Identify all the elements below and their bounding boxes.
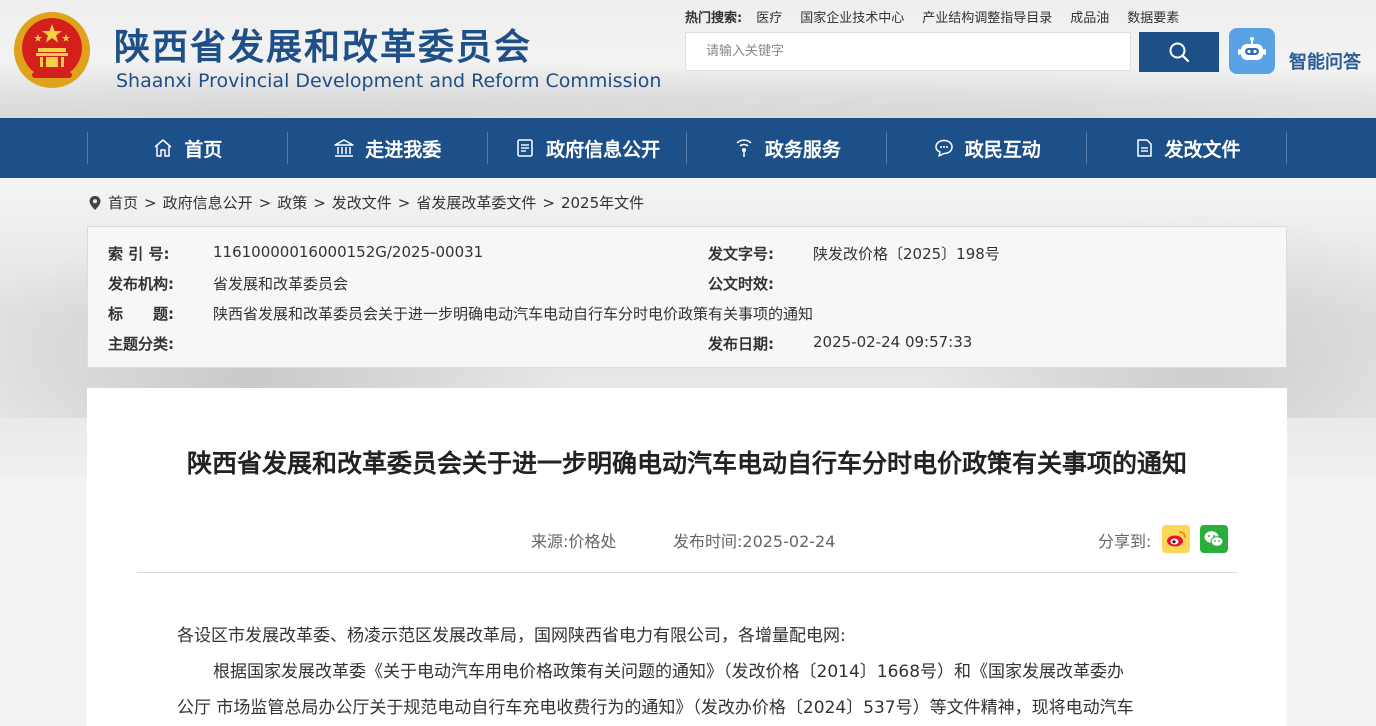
title-value: 陕西省发展和改革委员会关于进一步明确电动汽车电动自行车分时电价政策有关事项的通知 [213,305,814,323]
nav-item-interaction[interactable]: 政民互动 [887,132,1088,164]
topic-label: 主题分类: [108,335,174,353]
hot-search-link[interactable]: 产业结构调整指导目录 [922,7,1052,26]
document-metadata: 索 引 号: 11610000016000152G/2025-00031 发文字… [87,226,1287,368]
weibo-icon [1167,531,1186,547]
doc-number-value: 陕发改价格〔2025〕198号 [813,245,1000,263]
validity-label: 公文时效: [708,275,774,293]
article-source: 来源:价格处 [531,532,617,551]
article-paragraph: 根据国家发展改革委《关于电动汽车用电价格政策有关问题的通知》（发改价格〔2014… [213,662,1125,682]
breadcrumb: 首页 > 政府信息公开 > 政策 > 发改文件 > 省发展改革委文件 > 202… [88,192,644,213]
breadcrumb-link[interactable]: 发改文件 [332,192,392,213]
index-number-value: 11610000016000152G/2025-00031 [213,243,484,261]
title-label: 标 题: [108,305,174,323]
article-paragraph: 各设区市发展改革委、杨凌示范区发展改革局，国网陕西省电力有限公司，各增量配电网: [177,626,846,646]
nav-item-documents[interactable]: 发改文件 [1087,132,1287,164]
main-navigation: 首页 走进我委 政府信息公开 政务服务 政民互动 发改文件 [0,118,1376,178]
breadcrumb-link[interactable]: 政策 [277,192,307,213]
article-publish-time: 发布时间:2025-02-24 [673,532,836,551]
search-input[interactable]: 请输入关键字 [685,32,1131,71]
article-paragraph: 公厅 市场监管总局办公厅关于规范电动自行车充电收费行为的通知》（发改办价格〔20… [177,698,1134,718]
building-icon [334,139,354,157]
breadcrumb-separator: > [313,193,326,212]
nav-item-label: 发改文件 [1164,138,1241,161]
ai-assistant-button[interactable] [1229,28,1275,74]
publish-date-label: 发布日期: [708,335,774,353]
search-button[interactable] [1139,32,1219,72]
article-panel: 陕西省发展和改革委员会关于进一步明确电动汽车电动自行车分时电价政策有关事项的通知… [87,388,1287,726]
chat-icon [934,139,953,157]
nav-item-services[interactable]: 政务服务 [687,132,888,164]
wechat-icon [1204,531,1224,547]
site-header: 陕西省发展和改革委员会 Shaanxi Provincial Developme… [0,0,1376,118]
issuer-value: 省发展和改革委员会 [213,275,349,293]
article-title: 陕西省发展和改革委员会关于进一步明确电动汽车电动自行车分时电价政策有关事项的通知 [186,449,1187,478]
robot-icon [1238,37,1266,60]
share-wechat-button[interactable] [1200,525,1228,553]
breadcrumb-separator: > [144,193,157,212]
site-title[interactable]: 陕西省发展和改革委员会 [114,18,532,70]
national-emblem-logo[interactable] [12,10,92,90]
breadcrumb-link[interactable]: 首页 [108,192,138,213]
nav-item-home[interactable]: 首页 [88,132,288,164]
hot-search-link[interactable]: 成品油 [1070,7,1109,26]
nav-item-label: 走进我委 [365,138,442,161]
location-pin-icon [89,195,101,210]
hot-search-bar: 热门搜索: 医疗 国家企业技术中心 产业结构调整指导目录 成品油 数据要素 [685,7,1179,26]
breadcrumb-separator: > [258,193,272,212]
index-number-label: 索 引 号: [108,245,170,263]
breadcrumb-separator: > [397,193,411,212]
nav-item-label: 政府信息公开 [546,138,661,161]
breadcrumb-link[interactable]: 省发展改革委文件 [416,192,536,213]
share-label: 分享到: [1098,532,1152,551]
file-icon [1136,139,1152,157]
nav-item-label: 首页 [184,138,223,161]
hot-search-link[interactable]: 国家企业技术中心 [800,7,904,26]
breadcrumb-link[interactable]: 政府信息公开 [163,192,253,213]
article-body: 各设区市发展改革委、杨凌示范区发展改革局，国网陕西省电力有限公司，各增量配电网:… [177,618,1197,726]
breadcrumb-separator: > [542,193,555,212]
hot-search-link[interactable]: 数据要素 [1127,7,1179,26]
nav-item-label: 政务服务 [764,138,841,161]
hot-search-label: 热门搜索: [685,11,743,26]
nav-item-about[interactable]: 走进我委 [288,132,488,164]
home-icon [154,139,172,157]
publish-date-value: 2025-02-24 09:57:33 [813,333,973,351]
hot-search-link[interactable]: 医疗 [756,7,782,26]
document-icon [517,139,533,157]
article-divider [137,572,1237,573]
issuer-label: 发布机构: [108,275,174,293]
search-icon [1169,42,1190,63]
site-subtitle: Shaanxi Provincial Development and Refor… [116,70,662,92]
ai-assistant-label[interactable]: 智能问答 [1289,48,1361,74]
share-weibo-button[interactable] [1162,525,1190,553]
signal-icon [736,139,752,157]
doc-number-label: 发文字号: [708,245,774,263]
nav-item-label: 政民互动 [964,138,1041,161]
nav-item-info-disclosure[interactable]: 政府信息公开 [488,132,688,164]
breadcrumb-link[interactable]: 2025年文件 [561,192,644,213]
